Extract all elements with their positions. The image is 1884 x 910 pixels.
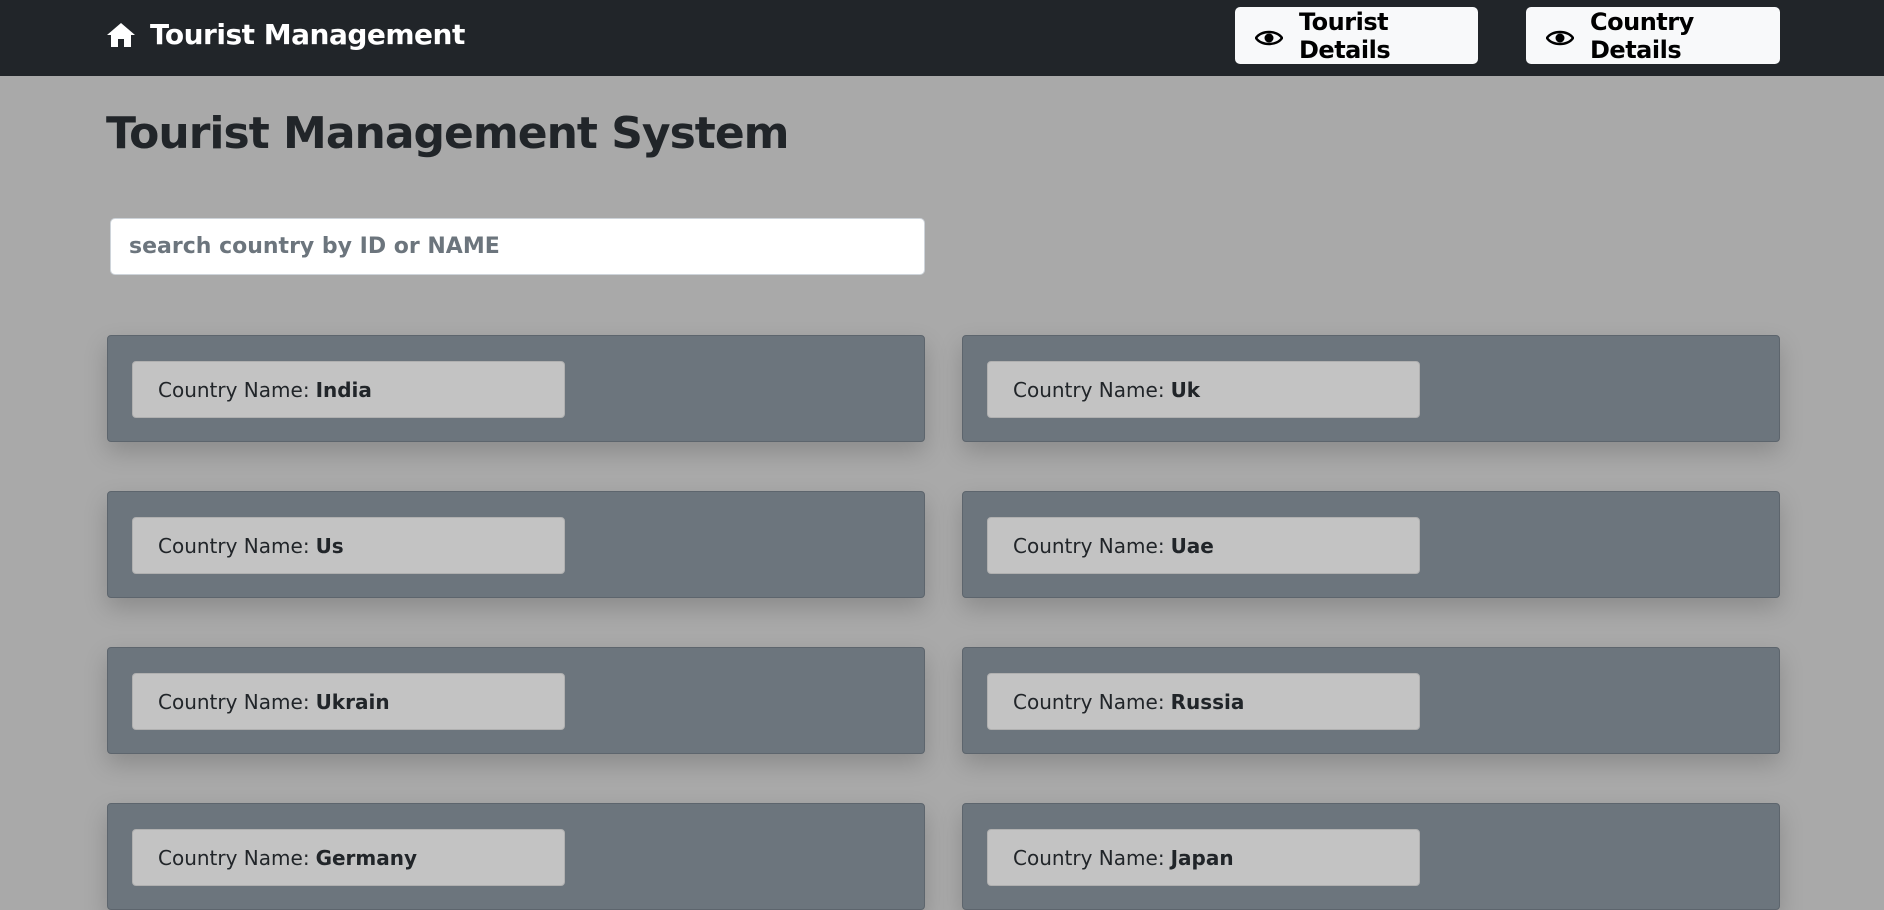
- country-name-label: Country Name:: [1013, 689, 1165, 714]
- country-name-value: Germany: [315, 845, 418, 870]
- country-card[interactable]: Country Name: Japan: [962, 803, 1780, 910]
- tourist-details-label: Tourist Details: [1299, 7, 1391, 64]
- country-name-pill: Country Name: India: [132, 361, 565, 418]
- country-name-value: Ukrain: [315, 689, 390, 714]
- country-name-label: Country Name:: [158, 377, 310, 402]
- search-input[interactable]: [110, 218, 925, 275]
- country-name-pill: Country Name: Uae: [987, 517, 1420, 574]
- country-name-pill: Country Name: Russia: [987, 673, 1420, 730]
- country-name-label: Country Name:: [158, 689, 310, 714]
- country-name-value: Us: [315, 533, 344, 558]
- tourist-details-button[interactable]: Tourist Details: [1235, 7, 1478, 64]
- eye-icon: [1254, 26, 1284, 46]
- eye-icon: [1545, 26, 1575, 46]
- country-card[interactable]: Country Name: Russia: [962, 647, 1780, 754]
- country-card[interactable]: Country Name: Ukrain: [107, 647, 925, 754]
- country-card[interactable]: Country Name: Us: [107, 491, 925, 598]
- home-icon: [106, 21, 136, 49]
- brand-title: Tourist Management: [150, 18, 465, 51]
- country-name-label: Country Name:: [1013, 377, 1165, 402]
- brand-link[interactable]: Tourist Management: [106, 18, 465, 51]
- country-name-pill: Country Name: Germany: [132, 829, 565, 886]
- country-name-label: Country Name:: [158, 533, 310, 558]
- country-name-value: India: [315, 377, 372, 402]
- country-card[interactable]: Country Name: India: [107, 335, 925, 442]
- country-name-pill: Country Name: Us: [132, 517, 565, 574]
- country-card[interactable]: Country Name: Uae: [962, 491, 1780, 598]
- country-card[interactable]: Country Name: Uk: [962, 335, 1780, 442]
- country-name-value: Russia: [1170, 689, 1245, 714]
- country-name-pill: Country Name: Uk: [987, 361, 1420, 418]
- country-card[interactable]: Country Name: Germany: [107, 803, 925, 910]
- navbar: Tourist Management Tourist Details Count…: [0, 0, 1884, 76]
- country-details-button[interactable]: Country Details: [1526, 7, 1780, 64]
- country-name-pill: Country Name: Japan: [987, 829, 1420, 886]
- country-name-label: Country Name:: [1013, 845, 1165, 870]
- page-title: Tourist Management System: [106, 108, 790, 159]
- country-name-value: Japan: [1170, 845, 1234, 870]
- country-name-pill: Country Name: Ukrain: [132, 673, 565, 730]
- country-name-label: Country Name:: [1013, 533, 1165, 558]
- country-name-value: Uk: [1170, 377, 1201, 402]
- country-details-label: Country Details: [1590, 7, 1694, 64]
- country-name-value: Uae: [1170, 533, 1214, 558]
- country-name-label: Country Name:: [158, 845, 310, 870]
